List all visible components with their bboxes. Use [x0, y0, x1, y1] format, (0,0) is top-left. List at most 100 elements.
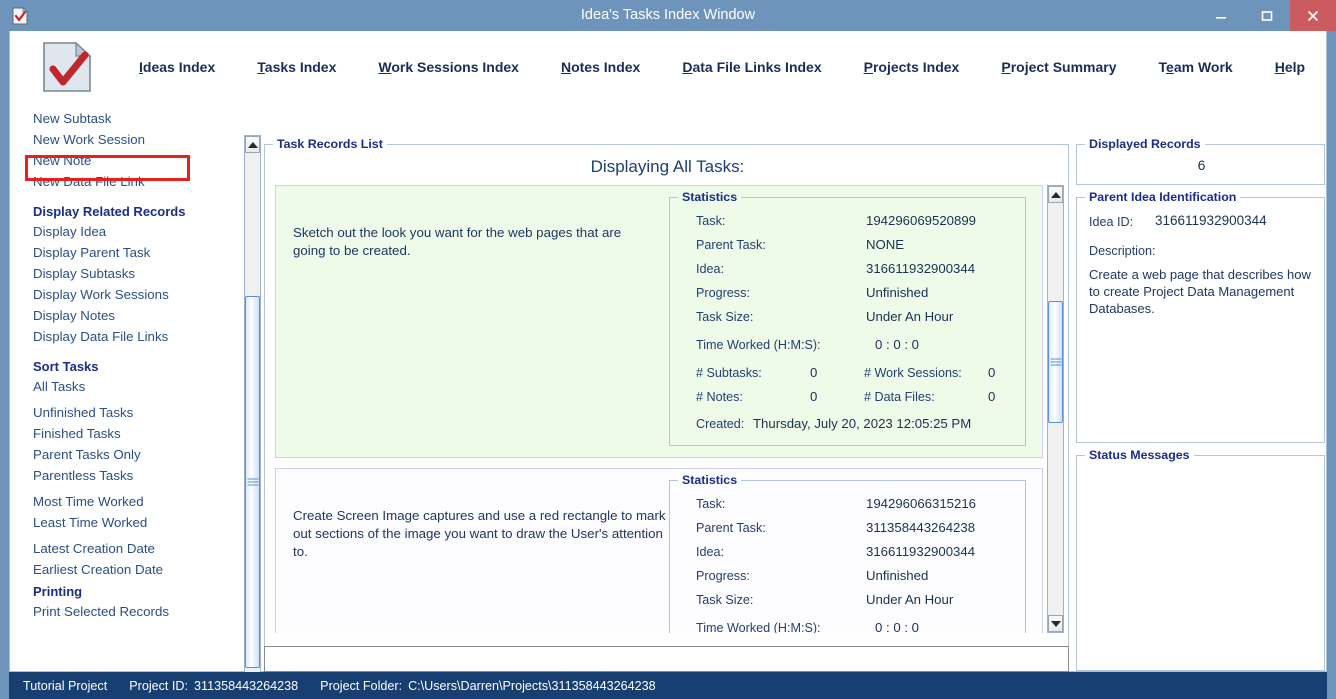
menu-item-projects-index[interactable]: Projects Index	[843, 59, 981, 75]
menu-item-work-sessions-index[interactable]: Work Sessions Index	[357, 59, 540, 75]
menu-item-tasks-index[interactable]: Tasks Index	[236, 59, 357, 75]
task-records-list-group: Task Records List Displaying All Tasks: …	[264, 137, 1069, 671]
records-scroll-down-button[interactable]	[1048, 615, 1063, 632]
sidebar-item-display-notes[interactable]: Display Notes	[33, 308, 115, 323]
menu-item-close-program[interactable]: Close Program	[1326, 59, 1336, 75]
sidebar-item-display-idea[interactable]: Display Idea	[33, 224, 106, 239]
app-logo-icon	[43, 41, 92, 92]
menu-item-team-work[interactable]: Team Work	[1138, 59, 1254, 75]
client-area: Ideas Index Tasks Index Work Sessions In…	[9, 31, 1327, 695]
sidebar-item-display-subtasks[interactable]: Display Subtasks	[33, 266, 135, 281]
menu-label-pre: T	[1158, 59, 1167, 75]
statistics-label: Statistics	[678, 473, 742, 487]
menu-accel: e	[1166, 59, 1174, 75]
sidebar-item-parent-tasks-only[interactable]: Parent Tasks Only	[33, 447, 141, 462]
sidebar-item-new-note[interactable]: New Note	[33, 153, 91, 168]
progress-label: Progress:	[696, 569, 750, 583]
task-id-value: 194296069520899	[866, 213, 977, 228]
menu-accel: P	[863, 59, 873, 75]
menu-item-notes-index[interactable]: Notes Index	[540, 59, 661, 75]
progress-value: Unfinished	[866, 285, 929, 300]
menu-item-data-file-links-index[interactable]: Data File Links Index	[661, 59, 842, 75]
sidebar-item-new-data-file-link[interactable]: New Data File Link	[33, 174, 145, 189]
status-messages-label: Status Messages	[1085, 448, 1194, 462]
statistics-group: Statistics Task: 194296069520899 Parent …	[669, 190, 1026, 446]
parent-idea-identification-group: Parent Idea Identification Idea ID: 3166…	[1076, 190, 1325, 443]
sidebar-item-all-tasks[interactable]: All Tasks	[33, 379, 85, 394]
task-description: Create Screen Image captures and use a r…	[293, 508, 666, 559]
menu-item-project-summary[interactable]: Project Summary	[980, 59, 1137, 75]
status-project-folder-label: Project Folder:	[320, 678, 403, 693]
sidebar-item-display-work-sessions[interactable]: Display Work Sessions	[33, 287, 169, 302]
sidebar-item-print-selected-records[interactable]: Print Selected Records	[33, 604, 169, 619]
sidebar-item-unfinished-tasks[interactable]: Unfinished Tasks	[33, 405, 133, 420]
task-description: Sketch out the look you want for the web…	[293, 225, 622, 258]
task-records-list-label: Task Records List	[273, 137, 387, 151]
displayed-records-label: Displayed Records	[1085, 137, 1205, 151]
sidebar-item-display-data-file-links[interactable]: Display Data File Links	[33, 329, 168, 344]
grip-icon	[247, 478, 258, 486]
subtasks-value: 0	[810, 365, 818, 380]
time-worked-label: Time Worked (H:M:S):	[696, 338, 821, 352]
created-label: Created:	[696, 417, 745, 431]
status-project-id-value: 311358443264238	[194, 678, 299, 693]
idea-id-value: 316611932900344	[1155, 213, 1267, 228]
idea-value: 316611932900344	[866, 544, 976, 559]
sidebar-scroll-thumb[interactable]	[245, 296, 260, 668]
time-worked-value: 0 : 0 : 0	[875, 337, 919, 352]
sidebar-item-latest-creation-date[interactable]: Latest Creation Date	[33, 541, 155, 556]
data-files-label: # Data Files:	[864, 390, 935, 404]
sidebar-item-new-work-session[interactable]: New Work Session	[33, 132, 145, 147]
menu-item-ideas-index[interactable]: Ideas Index	[118, 59, 236, 75]
task-id-label: Task:	[696, 214, 726, 228]
progress-label: Progress:	[696, 286, 750, 300]
statistics-label: Statistics	[678, 190, 742, 204]
task-size-label: Task Size:	[696, 593, 754, 607]
records-scroll-thumb[interactable]	[1048, 301, 1063, 423]
created-value: Thursday, July 20, 2023 12:05:25 PM	[753, 416, 972, 431]
menu-item-help[interactable]: Help	[1254, 59, 1326, 75]
close-button[interactable]	[1290, 0, 1336, 31]
sidebar-item-least-time-worked[interactable]: Least Time Worked	[33, 515, 147, 530]
displayed-records-count: 6	[1197, 157, 1206, 173]
sidebar-heading-printing: Printing	[33, 584, 83, 599]
application-window: Idea's Tasks Index Window Ideas Index Ta…	[0, 0, 1336, 699]
task-record-card[interactable]: Sketch out the look you want for the web…	[275, 185, 1043, 458]
status-project-folder-value: C:\Users\Darren\Projects\311358443264238	[408, 678, 656, 693]
search-input[interactable]	[264, 646, 1069, 672]
records-scrollbar[interactable]	[1047, 185, 1064, 633]
minimize-button[interactable]	[1198, 0, 1244, 31]
notes-label: # Notes:	[696, 390, 743, 404]
menu-label: elp	[1284, 59, 1306, 75]
description-label: Description:	[1089, 244, 1156, 258]
idea-value: 316611932900344	[866, 261, 976, 276]
description-value: Create a web page that describes how to …	[1089, 267, 1311, 316]
maximize-button[interactable]	[1244, 0, 1290, 31]
menu-accel: W	[378, 59, 392, 75]
header-bar: Ideas Index Tasks Index Work Sessions In…	[10, 31, 1326, 103]
time-worked-label: Time Worked (H:M:S):	[696, 621, 821, 633]
parent-task-label: Parent Task:	[696, 238, 766, 252]
parent-idea-label: Parent Idea Identification	[1085, 190, 1241, 204]
menu-label: otes Index	[571, 59, 641, 75]
task-record-card[interactable]: Create Screen Image captures and use a r…	[275, 468, 1043, 633]
menu-label: am Work	[1173, 59, 1233, 75]
sidebar-item-most-time-worked[interactable]: Most Time Worked	[33, 494, 144, 509]
sidebar-item-display-parent-task[interactable]: Display Parent Task	[33, 245, 150, 260]
sidebar-scroll-up-button[interactable]	[245, 136, 260, 153]
sidebar-item-finished-tasks[interactable]: Finished Tasks	[33, 426, 121, 441]
task-id-value: 194296066315216	[866, 496, 977, 511]
maximize-icon	[1261, 10, 1273, 21]
sidebar-scrollbar[interactable]	[244, 135, 261, 695]
menu-accel: H	[1274, 59, 1285, 75]
left-sidebar: New Subtask New Work Session New Note Ne…	[11, 103, 240, 671]
sidebar-item-new-subtask[interactable]: New Subtask	[33, 111, 111, 126]
menu-label: asks Index	[264, 59, 337, 75]
parent-task-value: NONE	[866, 237, 905, 252]
time-worked-value: 0 : 0 : 0	[875, 620, 919, 633]
sidebar-item-earliest-creation-date[interactable]: Earliest Creation Date	[33, 562, 163, 577]
records-scroll-up-button[interactable]	[1048, 186, 1063, 203]
displayed-records-group: Displayed Records 6	[1076, 137, 1325, 185]
sidebar-item-parentless-tasks[interactable]: Parentless Tasks	[33, 468, 133, 483]
status-bar: Tutorial Project Project ID: 31135844326…	[9, 672, 1327, 699]
